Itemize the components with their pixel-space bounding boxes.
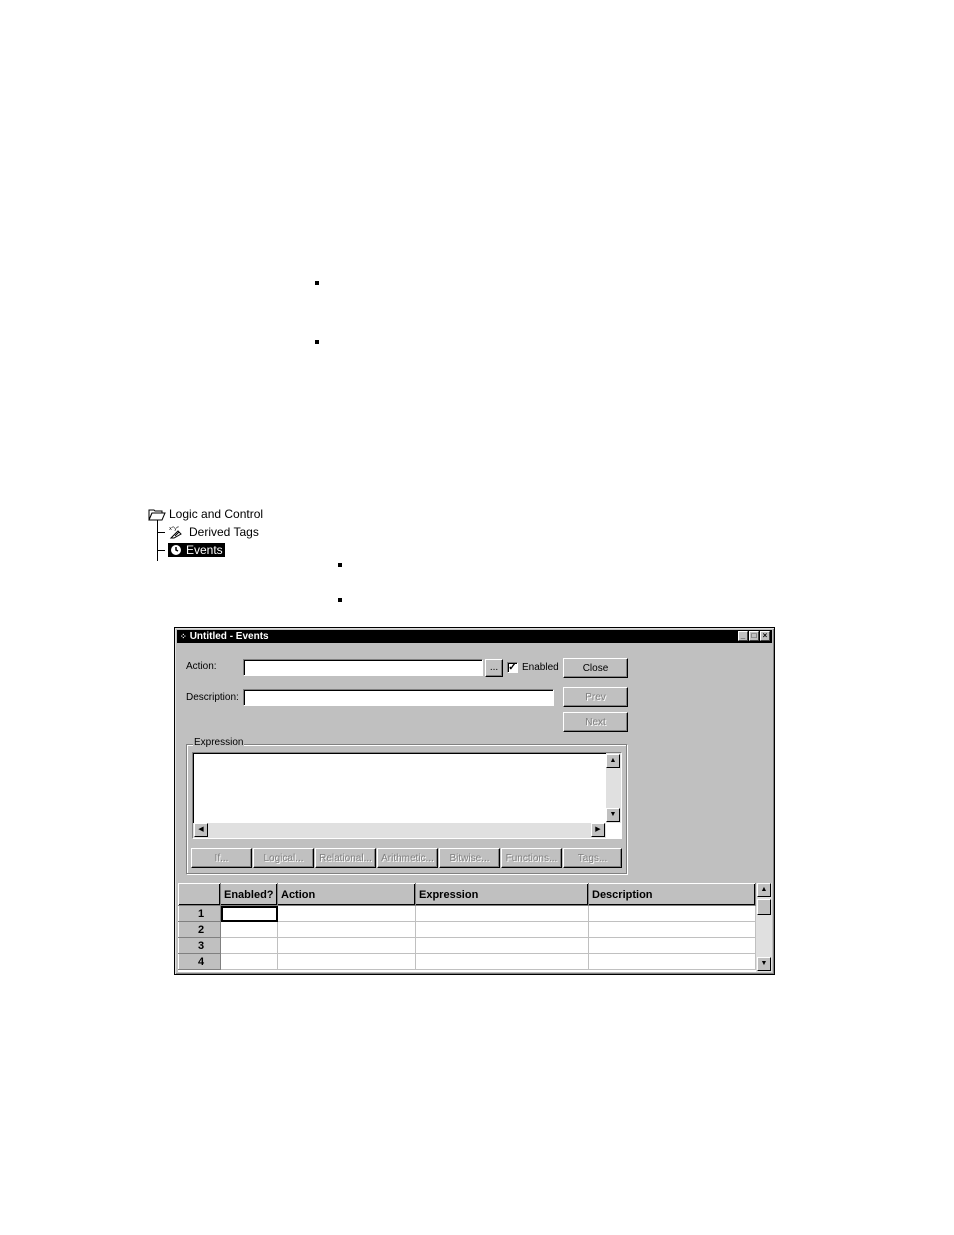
scroll-right-button[interactable]: ▶ bbox=[591, 823, 605, 837]
tree-root-label: Logic and Control bbox=[169, 507, 264, 521]
logical-button[interactable]: Logical... bbox=[253, 848, 314, 868]
bullet-2 bbox=[315, 340, 319, 344]
events-window: ⁘ Untitled - Events _ □ × Action: ... ✓ … bbox=[174, 627, 775, 975]
prev-button[interactable]: Prev bbox=[563, 687, 628, 707]
tree-item-label: Events bbox=[184, 543, 225, 557]
bullet-3 bbox=[338, 563, 342, 567]
tree-connector bbox=[157, 550, 165, 551]
grid-cell-enabled[interactable] bbox=[220, 937, 278, 954]
column-header-description[interactable]: Description bbox=[588, 883, 756, 906]
grid-cell-expression[interactable] bbox=[415, 953, 589, 970]
window-titlebar[interactable]: ⁘ Untitled - Events _ □ × bbox=[177, 630, 772, 643]
tree-root[interactable]: Logic and Control bbox=[148, 506, 263, 522]
grid-cell-description[interactable] bbox=[588, 905, 756, 922]
close-window-button[interactable]: × bbox=[760, 631, 770, 641]
grid-vscroll[interactable]: ▲ ▼ bbox=[756, 883, 772, 972]
grid-cell-action[interactable] bbox=[277, 921, 416, 938]
arithmetic-button[interactable]: Arithmetic... bbox=[377, 848, 438, 868]
column-header-enabled[interactable]: Enabled? bbox=[220, 883, 278, 906]
tree-connector bbox=[157, 532, 165, 533]
grid-cell-action[interactable] bbox=[277, 905, 416, 922]
row-header[interactable]: 2 bbox=[178, 921, 221, 938]
column-header-action[interactable]: Action bbox=[277, 883, 416, 906]
action-input[interactable] bbox=[243, 659, 483, 676]
next-button[interactable]: Next bbox=[563, 712, 628, 732]
expression-group-label: Expression bbox=[193, 737, 245, 748]
description-label: Description: bbox=[186, 692, 239, 703]
grid-corner-header[interactable] bbox=[178, 883, 221, 906]
if-button[interactable]: If... bbox=[191, 848, 252, 868]
close-button[interactable]: Close bbox=[563, 658, 628, 678]
expr-hscroll-track[interactable] bbox=[193, 823, 606, 838]
grid-cell-description[interactable] bbox=[588, 921, 756, 938]
grid-scroll-up-button[interactable]: ▲ bbox=[757, 883, 771, 897]
logic-tree: Logic and Control x²y² Derived Tags Even… bbox=[148, 505, 278, 561]
bullet-1 bbox=[315, 281, 319, 285]
bullet-4 bbox=[338, 598, 342, 602]
events-grid: Enabled? Action Expression Description 1… bbox=[178, 883, 772, 972]
row-header[interactable]: 3 bbox=[178, 937, 221, 954]
grid-cell-expression[interactable] bbox=[415, 921, 589, 938]
description-input[interactable] bbox=[243, 689, 554, 706]
derived-tags-icon: x²y² bbox=[168, 525, 186, 539]
scroll-up-button[interactable]: ▲ bbox=[606, 754, 620, 768]
minimize-button[interactable]: _ bbox=[738, 631, 748, 641]
tree-connector bbox=[157, 519, 158, 561]
tags-button[interactable]: Tags... bbox=[563, 848, 622, 868]
scroll-down-button[interactable]: ▼ bbox=[606, 808, 620, 822]
enabled-label: Enabled bbox=[522, 662, 559, 673]
tree-item-derived-tags[interactable]: x²y² Derived Tags bbox=[168, 524, 259, 540]
grid-cell-description[interactable] bbox=[588, 953, 756, 970]
table-row: 4 bbox=[178, 953, 756, 970]
scroll-left-button[interactable]: ◀ bbox=[194, 823, 208, 837]
expression-textarea[interactable]: ▲ ▼ ◀ ▶ bbox=[192, 752, 622, 839]
table-row: 1 bbox=[178, 905, 756, 922]
row-header[interactable]: 4 bbox=[178, 953, 221, 970]
grid-cell-description[interactable] bbox=[588, 937, 756, 954]
events-icon bbox=[168, 543, 184, 557]
enabled-checkbox[interactable]: ✓ bbox=[507, 662, 518, 673]
maximize-button[interactable]: □ bbox=[749, 631, 759, 641]
relational-button[interactable]: Relational... bbox=[315, 848, 376, 868]
table-row: 3 bbox=[178, 937, 756, 954]
grid-scroll-down-button[interactable]: ▼ bbox=[757, 957, 771, 971]
row-header[interactable]: 1 bbox=[178, 905, 221, 922]
grip-icon: ⁘ bbox=[180, 632, 187, 641]
grid-cell-enabled[interactable] bbox=[220, 921, 278, 938]
functions-button[interactable]: Functions... bbox=[501, 848, 562, 868]
open-folder-icon bbox=[148, 507, 166, 521]
grid-cell-enabled[interactable] bbox=[220, 953, 278, 970]
action-label: Action: bbox=[186, 661, 217, 672]
grid-cell-enabled[interactable] bbox=[220, 905, 278, 922]
window-title: Untitled - Events bbox=[189, 631, 269, 642]
browse-button[interactable]: ... bbox=[485, 659, 503, 677]
grid-scroll-thumb[interactable] bbox=[757, 899, 771, 915]
grid-cell-action[interactable] bbox=[277, 937, 416, 954]
bitwise-button[interactable]: Bitwise... bbox=[439, 848, 500, 868]
grid-cell-action[interactable] bbox=[277, 953, 416, 970]
column-header-expression[interactable]: Expression bbox=[415, 883, 589, 906]
tree-item-events[interactable]: Events bbox=[168, 542, 225, 558]
grid-cell-expression[interactable] bbox=[415, 937, 589, 954]
tree-item-label: Derived Tags bbox=[189, 525, 259, 539]
table-row: 2 bbox=[178, 921, 756, 938]
grid-cell-expression[interactable] bbox=[415, 905, 589, 922]
